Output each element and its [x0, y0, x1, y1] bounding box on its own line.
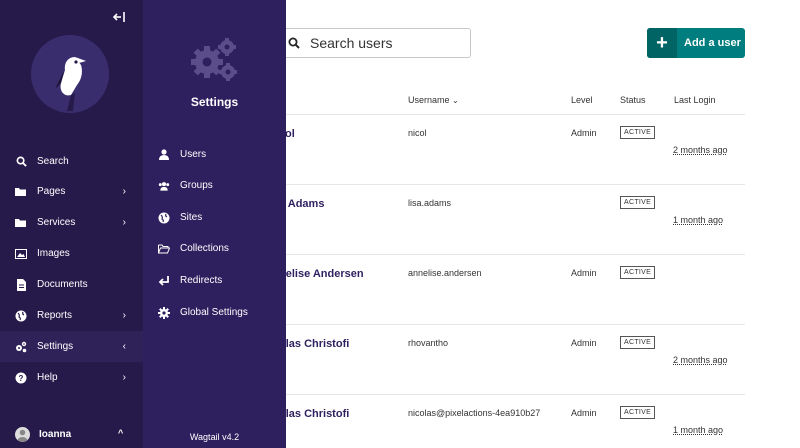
account-menu[interactable]: Ioanna ^ [0, 420, 143, 448]
chevron-right-icon: › [122, 217, 126, 228]
account-name: Ioanna [39, 428, 72, 440]
submenu-title: Settings [190, 95, 239, 109]
status-badge: ACTIVE [620, 266, 656, 279]
sidebar-item-label: Documents [37, 279, 88, 290]
submenu-item-users[interactable]: Users [143, 139, 286, 170]
sort-chevron-icon: ⌄ [452, 96, 459, 105]
username-cell: annelise.andersen [408, 268, 482, 278]
column-header-username[interactable]: Username ⌄ [408, 95, 459, 105]
wagtail-logo[interactable] [31, 35, 109, 113]
search-field[interactable] [275, 28, 471, 58]
cog-icon [158, 306, 170, 319]
status-badge: ACTIVE [620, 406, 656, 419]
cogs-icon [190, 38, 238, 82]
chevron-left-icon: ‹ [122, 341, 126, 352]
status-badge: ACTIVE [620, 126, 656, 139]
folder-icon [15, 186, 27, 198]
level-cell: Admin [571, 128, 597, 138]
status-badge: ACTIVE [620, 336, 656, 349]
search-icon [15, 156, 27, 168]
column-header-level: Level [571, 95, 593, 105]
table-row: olas Christofi rhovantho Admin ACTIVE 2 … [275, 324, 745, 394]
document-icon [15, 278, 27, 291]
sidebar-item-services[interactable]: Services › [0, 207, 143, 238]
submenu-item-global-settings[interactable]: Global Settings [143, 297, 286, 328]
sidebar-item-label: Pages [37, 186, 66, 197]
sidebar-item-label: Help [37, 372, 58, 383]
sidebar-item-label: Settings [37, 341, 74, 352]
status-badge: ACTIVE [620, 196, 656, 209]
table-row: nelise Andersen annelise.andersen Admin … [275, 254, 745, 324]
last-login-cell: 1 month ago [673, 215, 724, 225]
sidebar-item-pages[interactable]: Pages › [0, 176, 143, 207]
submenu-item-redirects[interactable]: Redirects [143, 265, 286, 296]
username-header-label: Username [408, 95, 450, 105]
search-icon [288, 36, 302, 50]
version-label: Wagtail v4.2 [189, 432, 240, 442]
last-login-cell: 2 months ago [673, 355, 728, 365]
username-cell: nicolas@pixelactions-4ea910b27 [408, 408, 541, 418]
sidebar-item-label: Services [37, 217, 76, 228]
sidebar-item-label: Images [37, 248, 70, 259]
submenu-item-groups[interactable]: Groups [143, 170, 286, 201]
table-row: ol nicol Admin ACTIVE 2 months ago [275, 114, 745, 184]
globe-icon [158, 212, 170, 224]
app-window: + Add a user Username ⌄ Level Status Las… [0, 0, 800, 448]
submenu-item-label: Global Settings [180, 307, 248, 318]
user-icon [158, 149, 170, 161]
table-row: olas Christofi nicolas@pixelactions-4ea9… [275, 394, 745, 448]
chevron-right-icon: › [122, 186, 126, 197]
level-cell: Admin [571, 408, 597, 418]
folder-icon [15, 217, 27, 229]
level-cell: Admin [571, 268, 597, 278]
username-cell: lisa.adams [408, 198, 452, 208]
cogs-icon [15, 341, 27, 353]
user-name-link[interactable]: olas Christofi [279, 408, 349, 420]
username-cell: nicol [408, 128, 427, 138]
sidebar-item-settings[interactable]: Settings ‹ [0, 331, 143, 362]
user-name-link[interactable]: olas Christofi [279, 338, 349, 350]
plus-icon: + [647, 28, 677, 58]
folder-open-icon [158, 243, 170, 255]
user-name-link[interactable]: nelise Andersen [279, 268, 364, 280]
table-row: a Adams lisa.adams ACTIVE 1 month ago [275, 184, 745, 254]
submenu-item-label: Collections [180, 243, 229, 254]
chevron-up-icon: ^ [118, 428, 124, 438]
submenu-item-label: Users [180, 149, 207, 160]
help-icon: ? [15, 372, 27, 384]
svg-text:?: ? [19, 374, 24, 383]
username-cell: rhovantho [408, 338, 449, 348]
group-icon [158, 180, 170, 192]
sidebar-item-search[interactable]: Search [0, 146, 143, 177]
avatar [15, 426, 30, 442]
submenu-item-label: Groups [180, 180, 213, 191]
globe-icon [15, 310, 27, 322]
submenu-item-label: Redirects [180, 275, 223, 286]
sidebar-item-label: Search [37, 156, 69, 167]
sidebar-item-reports[interactable]: Reports › [0, 300, 143, 331]
settings-submenu: Settings Users Groups Sites Collections … [143, 0, 286, 448]
sidebar-item-images[interactable]: Images [0, 238, 143, 269]
sidebar: Search Pages › Services › Images Documen… [0, 0, 143, 448]
image-icon [15, 248, 27, 260]
add-user-button[interactable]: + Add a user [647, 28, 745, 58]
column-header-status: Status [620, 95, 646, 105]
sidebar-item-label: Reports [37, 310, 73, 321]
submenu-item-collections[interactable]: Collections [143, 233, 286, 264]
redirect-icon [158, 275, 170, 287]
submenu-item-sites[interactable]: Sites [143, 202, 286, 233]
chevron-right-icon: › [122, 372, 126, 383]
add-user-label: Add a user [684, 37, 741, 49]
collapse-sidebar-icon[interactable] [112, 10, 128, 24]
last-login-cell: 2 months ago [673, 145, 728, 155]
user-name-link[interactable]: ol [285, 128, 295, 140]
sidebar-item-documents[interactable]: Documents [0, 269, 143, 300]
sidebar-item-help[interactable]: ? Help › [0, 362, 143, 393]
submenu-item-label: Sites [180, 212, 203, 223]
chevron-right-icon: › [122, 310, 126, 321]
column-header-last-login: Last Login [674, 95, 716, 105]
level-cell: Admin [571, 338, 597, 348]
last-login-cell: 1 month ago [673, 425, 724, 435]
search-input[interactable] [310, 35, 460, 51]
